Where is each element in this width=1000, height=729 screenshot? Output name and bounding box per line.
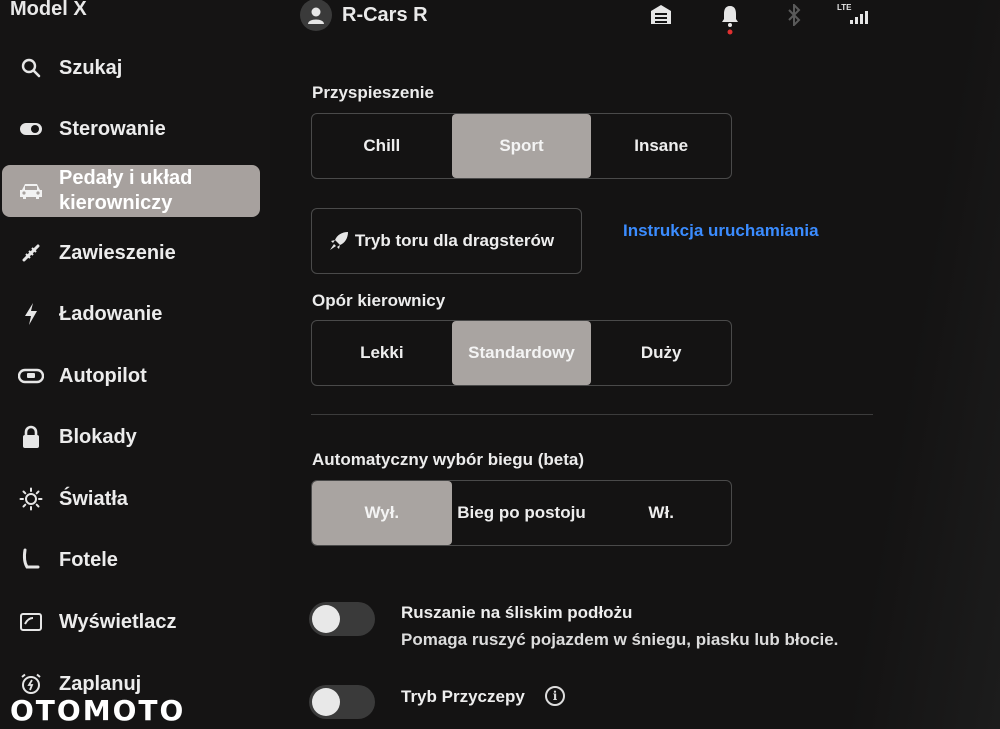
acceleration-option-chill[interactable]: Chill	[312, 114, 452, 178]
sidebar-item-display[interactable]: Wyświetlacz	[2, 596, 260, 648]
user-name: R-Cars R	[342, 3, 428, 26]
search-icon	[17, 54, 45, 82]
sidebar: Model X Szukaj Sterowanie Pedały i układ…	[0, 0, 270, 729]
toggle-knob	[312, 605, 340, 633]
sidebar-item-label: Światła	[59, 487, 128, 510]
steering-option-heavy[interactable]: Duży	[591, 321, 731, 385]
sidebar-item-charging[interactable]: Ładowanie	[2, 288, 260, 340]
trailer-mode-toggle[interactable]	[309, 685, 375, 719]
sun-icon	[17, 485, 45, 513]
sidebar-item-lights[interactable]: Światła	[2, 473, 260, 525]
slip-start-description: Pomaga ruszyć pojazdem w śniegu, piasku …	[401, 630, 839, 649]
divider	[311, 414, 873, 415]
watermark-logo: OTOMOTO	[10, 694, 186, 727]
slip-start-toggle[interactable]	[309, 602, 375, 636]
sidebar-item-label: Zaplanuj	[59, 672, 142, 695]
trailer-mode-title: Tryb Przyczepy	[401, 687, 525, 706]
suspension-icon	[17, 239, 45, 267]
slip-start-title: Ruszanie na śliskim podłożu	[401, 603, 633, 622]
acceleration-option-sport[interactable]: Sport	[451, 114, 592, 178]
info-icon[interactable]: i	[545, 686, 565, 706]
sidebar-item-label: Zawieszenie	[59, 241, 176, 264]
auto-shift-option-on[interactable]: Wł.	[591, 481, 731, 545]
lte-label: LTE	[837, 3, 852, 12]
seat-icon	[17, 546, 45, 574]
acceleration-title: Przyspieszenie	[312, 83, 434, 102]
auto-shift-selector: Wył. Bieg po postoju Wł.	[311, 480, 732, 546]
car-icon	[17, 177, 45, 205]
steering-wheel-icon	[17, 362, 45, 390]
acceleration-selector: Chill Sport Insane	[311, 113, 732, 179]
sidebar-item-locks[interactable]: Blokady	[2, 411, 260, 463]
sidebar-item-label: Ładowanie	[59, 302, 163, 325]
sidebar-item-label: Autopilot	[59, 364, 147, 387]
auto-shift-title: Automatyczny wybór biegu (beta)	[312, 450, 585, 469]
garage-icon[interactable]	[650, 3, 672, 25]
display-icon	[17, 608, 45, 636]
steering-title: Opór kierownicy	[312, 291, 446, 310]
avatar	[300, 0, 332, 31]
sidebar-item-seats[interactable]: Fotele	[2, 534, 260, 586]
drag-strip-mode-button[interactable]: Tryb toru dla dragsterów	[311, 208, 582, 274]
acceleration-option-insane[interactable]: Insane	[591, 114, 731, 178]
sidebar-item-label: Fotele	[59, 548, 118, 571]
sidebar-item-pedals-steering[interactable]: Pedały i układ kierowniczy	[2, 165, 260, 217]
steering-option-standard[interactable]: Standardowy	[451, 321, 592, 385]
signal-icon: LTE	[836, 2, 870, 26]
bluetooth-icon[interactable]	[786, 4, 802, 26]
lightning-icon	[17, 300, 45, 328]
bell-icon[interactable]	[720, 4, 740, 36]
launch-instructions-link[interactable]: Instrukcja uruchamiania	[623, 221, 819, 241]
sidebar-item-label: Szukaj	[59, 56, 123, 79]
drag-strip-label: Tryb toru dla dragsterów	[354, 231, 555, 250]
model-title: Model X	[10, 0, 87, 20]
sidebar-item-label: Wyświetlacz	[59, 610, 177, 633]
sidebar-item-search[interactable]: Szukaj	[2, 42, 260, 94]
sidebar-item-label: Blokady	[59, 425, 137, 448]
rocket-icon	[328, 230, 350, 252]
sidebar-item-autopilot[interactable]: Autopilot	[2, 350, 260, 402]
lock-icon	[17, 423, 45, 451]
steering-option-light[interactable]: Lekki	[312, 321, 452, 385]
toggle-icon	[17, 115, 45, 143]
sidebar-item-suspension[interactable]: Zawieszenie	[2, 227, 260, 279]
sidebar-item-label: Sterowanie	[59, 117, 166, 140]
auto-shift-option-off[interactable]: Wył.	[312, 481, 452, 545]
sidebar-item-label: Pedały i układ kierowniczy	[59, 167, 193, 214]
toggle-knob	[312, 688, 340, 716]
auto-shift-option-after-stop[interactable]: Bieg po postoju	[452, 481, 592, 545]
user-profile[interactable]: R-Cars R	[300, 0, 428, 31]
steering-selector: Lekki Standardowy Duży	[311, 320, 732, 386]
sidebar-item-controls[interactable]: Sterowanie	[2, 103, 260, 155]
